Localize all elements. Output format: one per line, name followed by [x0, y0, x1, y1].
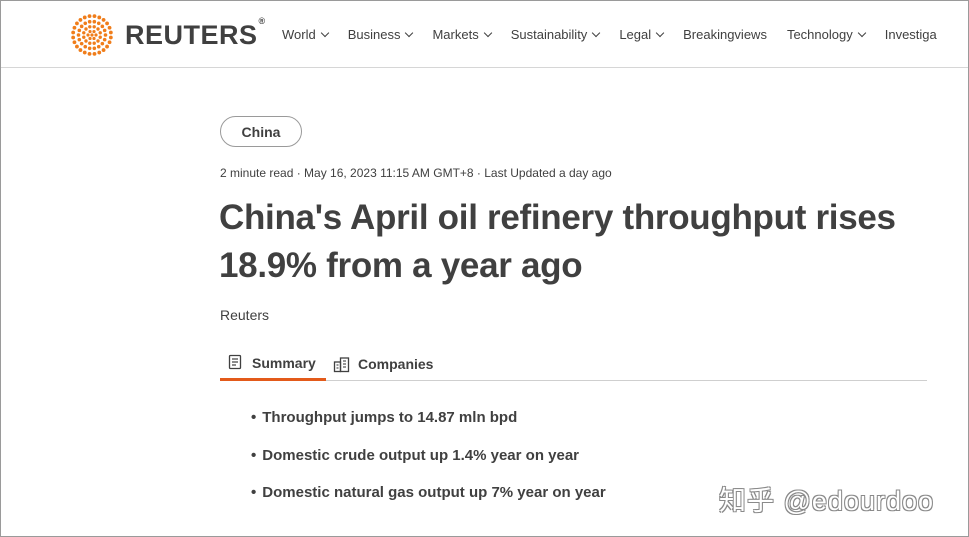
logo-dot — [92, 51, 97, 56]
logo-dot — [87, 19, 92, 24]
nav-item-markets[interactable]: Markets — [432, 27, 492, 42]
logo-dot — [92, 36, 96, 41]
nav-item-legal[interactable]: Legal — [619, 27, 665, 42]
logo-dot — [78, 48, 83, 52]
nav-item-investigations[interactable]: Investiga — [885, 27, 937, 42]
summary-list: • Throughput jumps to 14.87 mln bpd • Dome… — [251, 409, 606, 522]
logo-dot — [84, 39, 88, 43]
article-headline: China's April oil refinery throughput ri… — [219, 198, 896, 285]
chevron-down-icon — [592, 28, 601, 37]
logo-dot — [88, 36, 92, 41]
logo-dot — [107, 25, 112, 30]
summary-item: • Domestic natural gas output up 7% year … — [251, 484, 606, 501]
logo-dot — [100, 41, 105, 46]
nav-item-sustainability[interactable]: Sustainability — [511, 27, 601, 42]
logo-dot — [72, 40, 77, 45]
chevron-down-icon — [655, 28, 665, 37]
byline[interactable]: Reuters — [220, 307, 269, 323]
logo-dot — [87, 14, 92, 19]
logo-dot — [108, 35, 113, 40]
logo-dot — [83, 21, 88, 26]
article-meta: 2 minute read · May 16, 2023 11:15 AM GM… — [220, 166, 612, 180]
article-tabs: Summary Companies — [220, 347, 927, 381]
logo-dot — [87, 51, 92, 56]
summary-icon — [228, 354, 242, 370]
logo-dot — [75, 44, 79, 49]
logo-dot — [82, 50, 87, 55]
logo-dot — [71, 30, 76, 35]
nav-item-business[interactable]: Business — [348, 27, 414, 42]
logo-dot — [105, 44, 109, 49]
logo-dot — [98, 35, 102, 39]
logo-dot — [97, 15, 102, 20]
logo-dot — [82, 15, 87, 20]
logo-dot — [101, 48, 106, 52]
top-navigation: REUTERS® World Business Markets Sustaina… — [1, 1, 968, 68]
summary-item: • Domestic crude output up 1.4% year on y… — [251, 446, 580, 464]
logo-dot — [71, 35, 76, 40]
bullet-icon: • — [251, 446, 257, 464]
logo-dot — [102, 28, 107, 33]
logo-dot — [92, 41, 96, 45]
logo-dot — [107, 40, 112, 45]
bullet-icon: • — [251, 484, 257, 501]
logo-dot — [84, 27, 88, 31]
logo-dot — [100, 24, 105, 29]
logo-dot — [92, 46, 97, 51]
nav-menu: World Business Markets Sustainability Le… — [282, 27, 957, 42]
logo-dot — [83, 44, 88, 49]
nav-item-breakingviews[interactable]: Breakingviews — [683, 27, 767, 42]
logo-dot — [77, 37, 82, 42]
logo-dot — [92, 29, 96, 34]
logo-dot — [78, 18, 83, 22]
logo-dot — [97, 50, 102, 55]
nav-item-technology[interactable]: Technology — [787, 27, 866, 42]
chevron-down-icon — [857, 28, 866, 37]
tab-summary[interactable]: Summary — [220, 347, 326, 381]
nav-item-world[interactable]: World — [282, 27, 329, 42]
summary-item: • Throughput jumps to 14.87 mln bpd — [251, 409, 518, 426]
logo-dot — [103, 33, 108, 37]
tab-summary-label: Summary — [252, 354, 316, 371]
logo-dot — [79, 24, 84, 29]
tab-companies[interactable]: Companies — [333, 347, 433, 381]
logo-dot — [96, 27, 100, 31]
logo-dot — [92, 25, 96, 29]
logo-dot — [87, 46, 92, 51]
logo-dot — [76, 33, 81, 37]
topic-tag-button[interactable]: China — [220, 116, 302, 147]
logo-dot — [77, 28, 82, 33]
watermark: 知乎 @edourdoo — [719, 486, 935, 516]
reuters-logo-icon — [71, 14, 113, 56]
logo-dot — [101, 18, 106, 22]
logo-dot — [90, 33, 94, 37]
logo-dot — [88, 25, 92, 29]
chevron-down-icon — [483, 28, 492, 37]
logo-dot — [108, 30, 113, 35]
logo-dot — [92, 14, 97, 19]
reuters-logo[interactable]: REUTERS® — [69, 13, 266, 57]
companies-icon — [333, 356, 350, 372]
logo-dot — [94, 33, 98, 37]
logo-dot — [105, 21, 109, 26]
tab-companies-label: Companies — [358, 356, 434, 372]
logo-dot — [96, 39, 100, 43]
logo-dot — [98, 31, 102, 35]
chevron-down-icon — [320, 28, 329, 37]
logo-dot — [88, 29, 92, 34]
logo-dot — [72, 25, 77, 30]
logo-dot — [82, 31, 86, 35]
logo-dot — [86, 33, 90, 37]
logo-dot — [88, 41, 92, 45]
brand-name: REUTERS® — [125, 15, 266, 50]
logo-dot — [92, 19, 97, 24]
bullet-icon: • — [251, 409, 257, 426]
logo-dot — [96, 21, 101, 26]
logo-dot — [102, 37, 107, 42]
chevron-down-icon — [405, 28, 414, 37]
logo-dot — [96, 44, 101, 49]
logo-dot — [75, 21, 79, 26]
logo-dot — [79, 41, 84, 46]
logo-dot — [82, 35, 86, 39]
